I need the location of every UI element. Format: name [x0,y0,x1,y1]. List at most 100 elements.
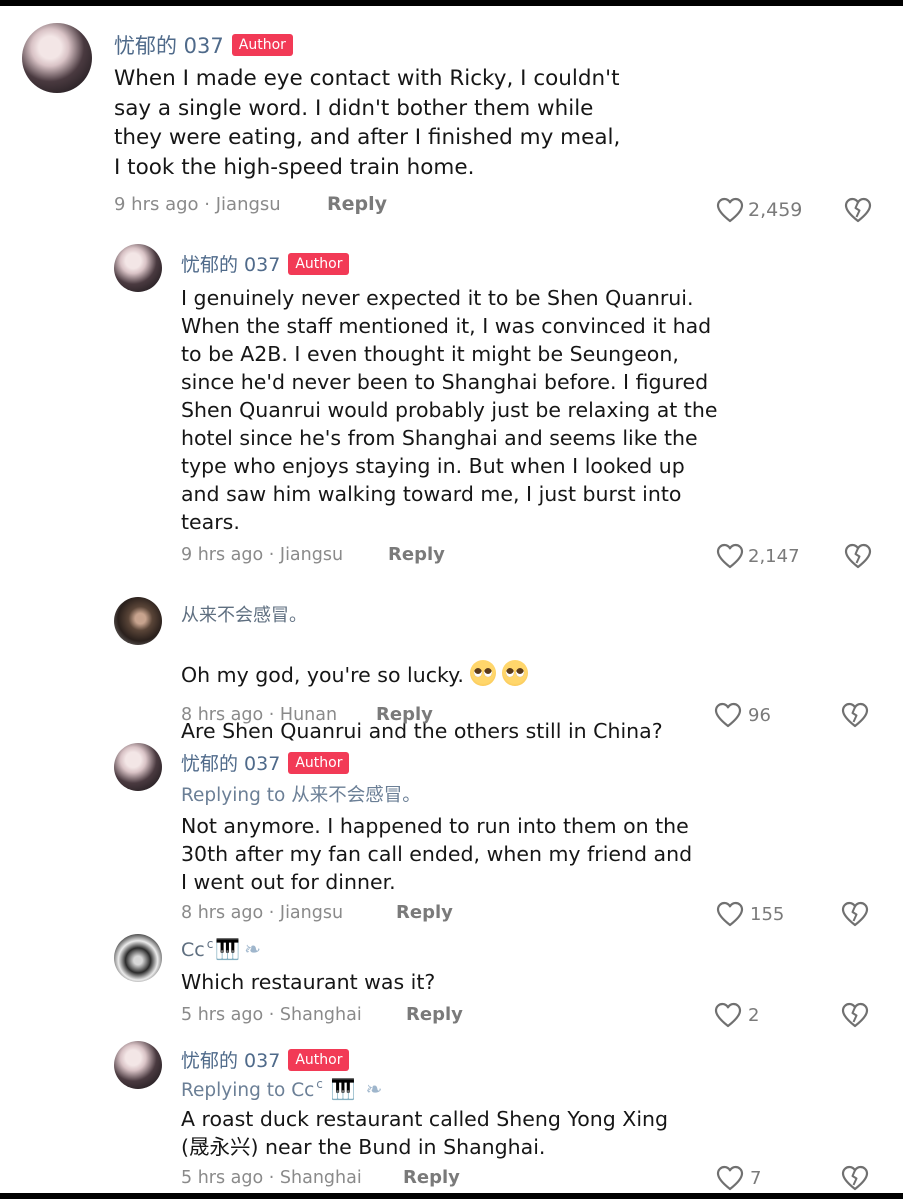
location: Jiangsu [279,545,344,565]
replying-to-superscript: c [316,1077,323,1091]
broken-heart-icon[interactable] [841,1002,869,1028]
meta-separator: · [263,705,280,725]
meta-separator: · [198,194,216,215]
like-button[interactable]: 2 [714,1002,759,1028]
pleading-face-emoji [469,660,496,686]
username[interactable]: 忧郁的 037 [181,1046,280,1073]
like-count: 155 [750,903,785,925]
username[interactable]: 从来不会感冒。 [181,601,307,627]
meta-separator: · [263,903,280,923]
replying-to: Replying to Cc c 🎹 ❧ [181,1077,382,1101]
reply-button[interactable]: Reply [403,1167,460,1188]
comment-text: Which restaurant was it? [181,970,436,994]
replying-prefix: Replying to [181,1080,292,1101]
heart-outline-icon [714,702,742,728]
heart-outline-icon [714,1002,742,1028]
like-count: 7 [750,1167,762,1189]
like-button[interactable]: 2,147 [716,543,800,569]
broken-heart-icon[interactable] [841,702,869,728]
author-badge: Author [288,252,350,275]
wing-emoji: ❧ [365,1077,383,1101]
reply-button[interactable]: Reply [376,704,433,725]
pleading-face-emoji [501,660,528,686]
replying-to-username[interactable]: 从来不会感冒。 [291,785,421,806]
comment-text: Not anymore. I happened to run into them… [181,814,693,894]
username-text: Cc [181,939,205,961]
replying-to-username[interactable]: Cc c [291,1077,323,1101]
username[interactable]: 忧郁的 037 [181,749,280,776]
comment-header: 忧郁的 037 Author [114,30,293,60]
reply-button[interactable]: Reply [396,902,453,923]
meta-separator: · [263,545,280,565]
heart-outline-icon [716,901,744,927]
heart-outline-icon [716,197,744,223]
avatar[interactable] [114,934,162,982]
comment-text: When I made eye contact with Ricky, I co… [114,66,621,180]
comment-header: Cc c 🎹 ❧ [181,937,261,961]
timestamp: 8 hrs ago [181,903,264,923]
like-button[interactable]: 155 [716,901,784,927]
comment-text: I genuinely never expected it to be Shen… [181,286,718,534]
heart-outline-icon [716,1165,744,1191]
comment-text: A roast duck restaurant called Sheng Yon… [181,1107,669,1159]
timestamp: 5 hrs ago [181,1005,264,1025]
username[interactable]: 忧郁的 037 [114,30,224,60]
location: Shanghai [279,1168,362,1188]
wing-emoji: ❧ [244,937,261,961]
reply-button[interactable]: Reply [406,1004,463,1025]
like-count: 96 [748,704,771,726]
location: Jiangsu [279,903,344,923]
username-superscript: c [206,937,214,951]
comment-header: 忧郁的 037 Author [181,250,350,277]
comment-header: 从来不会感冒。 [181,601,307,627]
timestamp: 9 hrs ago [181,545,264,565]
like-count: 2 [748,1004,760,1026]
timestamp: 9 hrs ago [114,194,199,215]
bottom-border [0,1193,903,1199]
comment-meta: 9 hrs ago · Jiangsu [181,545,343,565]
location: Hunan [279,705,338,725]
timestamp: 5 hrs ago [181,1168,264,1188]
piano-emoji: 🎹 [215,937,241,961]
heart-outline-icon [716,543,744,569]
avatar[interactable] [114,1041,162,1089]
comment-meta: 9 hrs ago · Jiangsu [114,194,281,215]
comment-meta: 8 hrs ago · Jiangsu [181,903,343,923]
location: Shanghai [279,1005,362,1025]
avatar[interactable] [114,743,162,791]
comment-header: 忧郁的 037 Author [181,749,350,776]
avatar[interactable] [114,597,162,645]
replying-prefix: Replying to [181,785,292,806]
author-badge: Author [231,34,293,56]
comment-text: Oh my god, you're so lucky. Are Shen Qua… [181,632,821,745]
reply-button[interactable]: Reply [327,193,387,215]
broken-heart-icon[interactable] [841,1165,869,1191]
piano-emoji: 🎹 [330,1077,356,1101]
comment-meta: 5 hrs ago · Shanghai [181,1168,362,1188]
comment-header: 忧郁的 037 Author [181,1046,350,1073]
like-button[interactable]: 2,459 [716,197,802,223]
broken-heart-icon[interactable] [844,197,872,223]
author-badge: Author [288,1048,350,1071]
timestamp: 8 hrs ago [181,705,264,725]
username[interactable]: Cc c [181,937,213,961]
meta-separator: · [263,1005,280,1025]
avatar[interactable] [114,244,162,292]
like-button[interactable]: 96 [714,702,771,728]
location: Jiangsu [215,194,281,215]
like-count: 2,147 [748,545,800,567]
avatar[interactable] [22,23,92,93]
replying-to: Replying to 从来不会感冒。 [181,781,421,807]
broken-heart-icon[interactable] [841,901,869,927]
broken-heart-icon[interactable] [844,543,872,569]
meta-separator: · [263,1168,280,1188]
replying-to-name: Cc [291,1080,315,1101]
username[interactable]: 忧郁的 037 [181,250,280,277]
top-border [0,0,903,6]
comment-text-line: Oh my god, you're so lucky. [181,663,464,687]
comment-meta: 8 hrs ago · Hunan [181,705,337,725]
author-badge: Author [288,751,350,774]
like-button[interactable]: 7 [716,1165,761,1191]
reply-button[interactable]: Reply [388,544,445,565]
like-count: 2,459 [748,199,803,221]
